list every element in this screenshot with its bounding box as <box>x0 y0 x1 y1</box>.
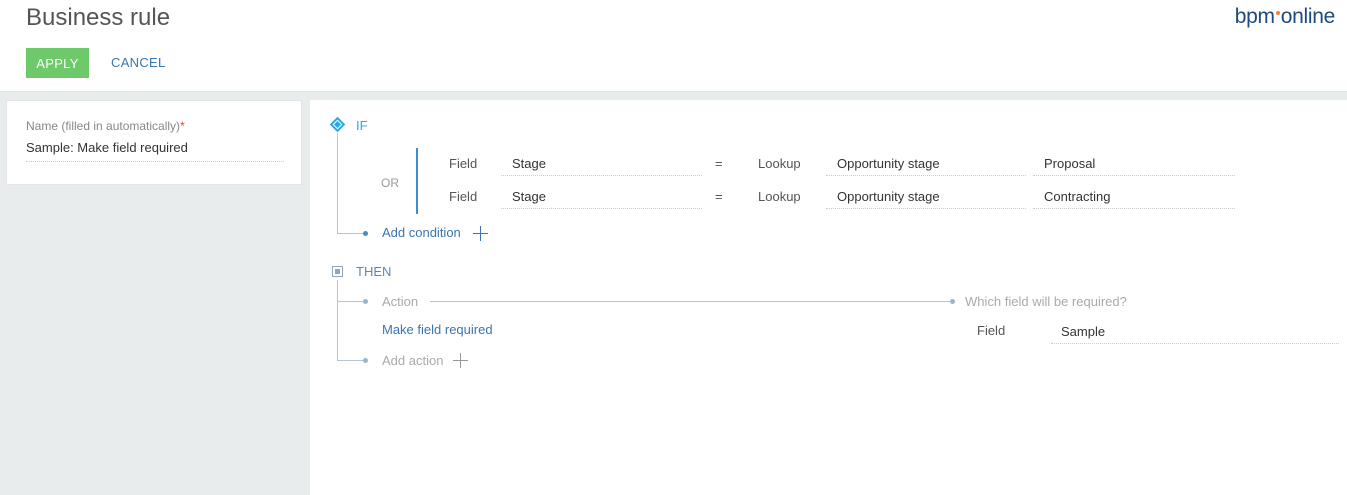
condition-row: Field Stage = Lookup Opportunity stage P… <box>310 149 1347 179</box>
condition-field-input[interactable]: Stage <box>501 182 702 209</box>
condition-value-type[interactable]: Lookup <box>758 156 801 171</box>
name-field-input[interactable]: Sample: Make field required <box>26 140 284 162</box>
condition-value-input[interactable]: Proposal <box>1033 149 1235 176</box>
logo-text-left: bpm <box>1234 5 1275 28</box>
condition-lookup-input[interactable]: Opportunity stage <box>826 149 1026 176</box>
page-title: Business rule <box>26 4 171 31</box>
action-make-field-required[interactable]: Make field required <box>382 322 493 337</box>
page-header: Business rule bpm online APPLY CANCEL <box>0 0 1347 92</box>
condition-operator[interactable]: = <box>715 189 723 204</box>
required-mark: * <box>180 119 185 133</box>
then-connector-line <box>337 280 338 360</box>
condition-value-type[interactable]: Lookup <box>758 189 801 204</box>
add-action-connector <box>337 360 365 361</box>
square-icon <box>332 266 343 277</box>
action-divider-line <box>430 301 952 302</box>
plus-icon[interactable] <box>453 353 468 368</box>
add-condition-link[interactable]: Add condition <box>382 225 461 240</box>
condition-row: Field Stage = Lookup Opportunity stage C… <box>310 182 1347 212</box>
add-action-dot <box>363 358 368 363</box>
name-label-text: Name (filled in automatically) <box>26 119 181 133</box>
condition-lookup-input[interactable]: Opportunity stage <box>826 182 1026 209</box>
apply-button[interactable]: APPLY <box>26 48 89 78</box>
logo-mark-icon <box>1275 11 1280 15</box>
if-label: IF <box>356 118 368 133</box>
rule-name-card: Name (filled in automatically)* Sample: … <box>6 100 302 185</box>
condition-value-input[interactable]: Contracting <box>1033 182 1235 209</box>
name-field-label: Name (filled in automatically)* <box>26 119 185 133</box>
condition-operator[interactable]: = <box>715 156 723 171</box>
action-field-input[interactable]: Sample <box>1051 316 1339 344</box>
condition-field-label: Field <box>449 156 478 171</box>
condition-field-input[interactable]: Stage <box>501 149 702 176</box>
plus-icon[interactable] <box>473 226 488 241</box>
diamond-icon <box>329 116 346 133</box>
bpmonline-logo: bpm online <box>1234 5 1336 29</box>
action-header: Action <box>382 294 419 309</box>
then-label: THEN <box>356 264 392 279</box>
action-dot <box>363 299 368 304</box>
add-action-link[interactable]: Add action <box>382 353 443 368</box>
rule-editor: IF OR Field Stage = Lookup Opportunity s… <box>310 100 1347 495</box>
add-condition-dot <box>363 231 368 236</box>
action-field-label: Field <box>977 323 1006 338</box>
cancel-button[interactable]: CANCEL <box>100 48 177 78</box>
action-connector <box>337 301 365 302</box>
add-condition-connector <box>337 233 365 234</box>
which-field-header: Which field will be required? <box>965 294 1127 309</box>
logo-text-right: online <box>1280 5 1336 28</box>
which-field-dot <box>950 299 955 304</box>
condition-field-label: Field <box>449 189 478 204</box>
